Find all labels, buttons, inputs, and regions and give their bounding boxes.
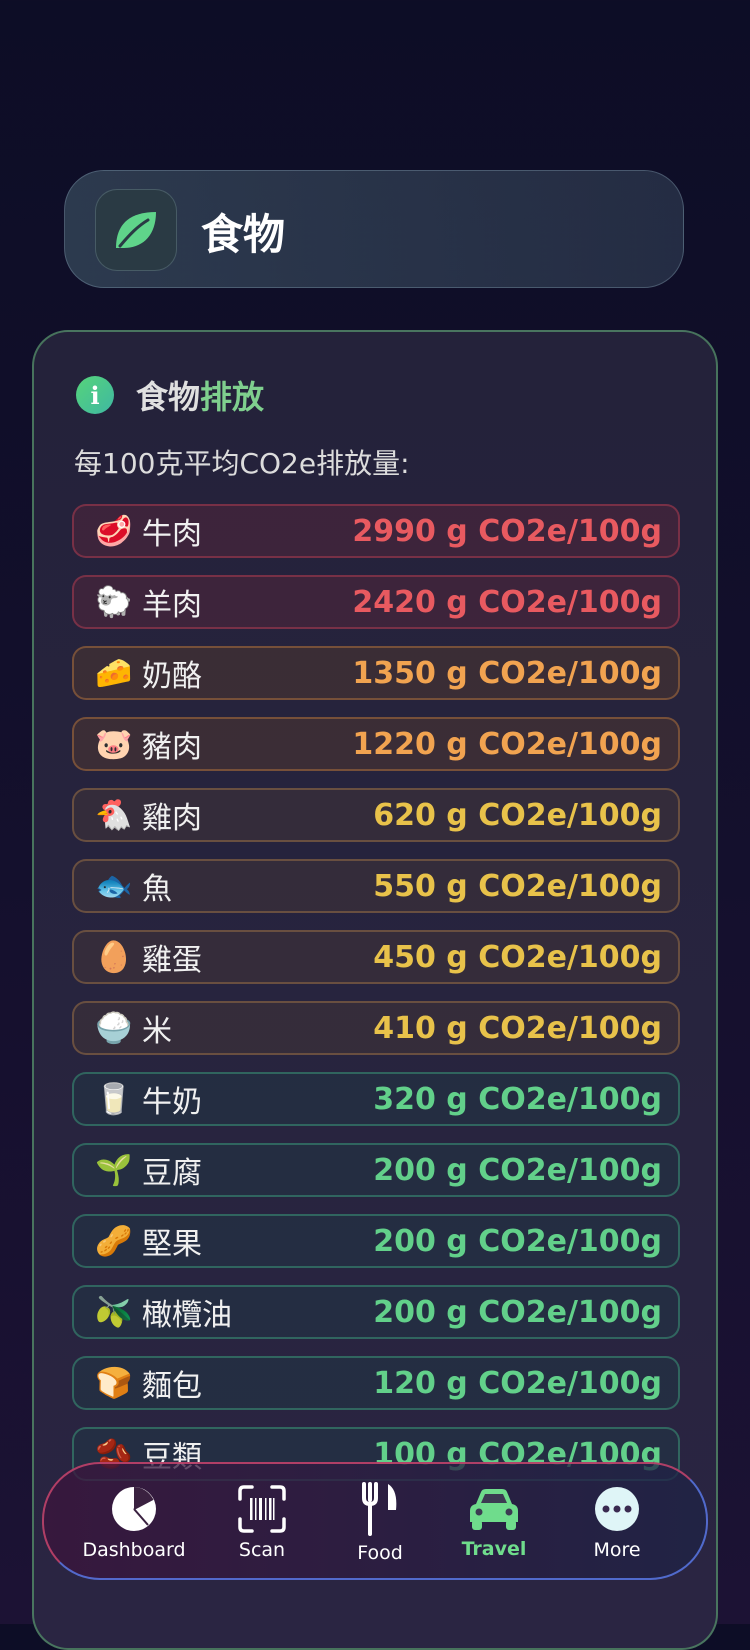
food-name: 豆腐 [142,1156,202,1191]
emission-value: 200 g CO2e/100g [373,1223,662,1259]
list-item: 🐟 魚 550 g CO2e/100g [72,859,680,913]
emission-value: 550 g CO2e/100g [373,868,662,904]
food-emoji: 🧀 [95,655,133,691]
food-name: 橄欖油 [142,1298,232,1333]
food-name: 雞蛋 [142,943,202,978]
list-item: 🐷 豬肉 1220 g CO2e/100g [72,717,680,771]
more-dots-icon [595,1487,639,1531]
food-emoji: 🥜 [95,1223,133,1259]
food-name: 魚 [142,872,172,907]
food-name: 米 [142,1014,172,1049]
emission-value: 200 g CO2e/100g [373,1152,662,1188]
emission-value: 2420 g CO2e/100g [352,584,662,620]
food-emoji: 🐟 [95,868,133,904]
food-name: 豬肉 [142,730,202,765]
fork-knife-icon [362,1482,397,1536]
tab-scan[interactable]: Scan [222,1464,302,1582]
list-item: 🫒 橄欖油 200 g CO2e/100g [72,1285,680,1339]
food-name: 堅果 [142,1227,202,1262]
food-name: 雞肉 [142,801,202,836]
info-icon: i [76,376,114,414]
leaf-icon-box [95,189,177,271]
panel-header: i 食物排放 [76,372,264,418]
tab-more[interactable]: More [572,1464,662,1582]
food-emoji: 🍞 [95,1365,133,1401]
emission-value: 410 g CO2e/100g [373,1010,662,1046]
list-item: 🧀 奶酪 1350 g CO2e/100g [72,646,680,700]
emission-list: 🥩 牛肉 2990 g CO2e/100g 🐑 羊肉 2420 g CO2e/100g … [72,504,680,1498]
food-name: 牛肉 [142,517,202,552]
panel-title-main: 食物 [136,378,201,416]
tab-label: Travel [461,1538,527,1560]
tab-food[interactable]: Food [340,1464,420,1582]
list-item: 🐔 雞肉 620 g CO2e/100g [72,788,680,842]
emission-value: 450 g CO2e/100g [373,939,662,975]
food-emoji: 🥛 [95,1081,133,1117]
panel-title-accent: 排放 [200,378,265,416]
list-item: 🌱 豆腐 200 g CO2e/100g [72,1143,680,1197]
food-emission-panel: i 食物排放 每100克平均CO2e排放量: 🥩 牛肉 2990 g CO2e/10… [32,330,718,1650]
food-name: 奶酪 [142,659,202,694]
list-item: 🥛 牛奶 320 g CO2e/100g [72,1072,680,1126]
emission-value: 2990 g CO2e/100g [352,513,662,549]
page-title: 食物 [201,210,286,259]
panel-title: 食物排放 [136,372,264,418]
tab-dashboard[interactable]: Dashboard [82,1464,186,1582]
emission-value: 1220 g CO2e/100g [352,726,662,762]
food-emoji: 🫒 [95,1294,133,1330]
food-emoji: 🥚 [95,939,133,975]
food-emoji: 🌱 [95,1152,133,1188]
food-emoji: 🐷 [95,726,133,762]
tab-label: Dashboard [82,1539,186,1561]
tab-label: Scan [238,1539,286,1561]
barcode-scan-icon [238,1485,286,1533]
list-item: 🥩 牛肉 2990 g CO2e/100g [72,504,680,558]
emission-value: 120 g CO2e/100g [373,1365,662,1401]
tab-travel[interactable]: Travel [428,1464,576,1582]
list-item: 🥚 雞蛋 450 g CO2e/100g [72,930,680,984]
list-item: 🍞 麵包 120 g CO2e/100g [72,1356,680,1410]
panel-subtitle: 每100克平均CO2e排放量: [74,447,410,480]
pie-chart-icon [112,1487,156,1531]
tab-bar: Dashboard Scan Food Travel More [42,1462,708,1580]
food-name: 羊肉 [142,588,202,623]
food-name: 麵包 [142,1369,202,1404]
list-item: 🐑 羊肉 2420 g CO2e/100g [72,575,680,629]
emission-value: 1350 g CO2e/100g [352,655,662,691]
food-emoji: 🍚 [95,1010,133,1046]
leaf-icon [116,212,156,248]
list-item: 🍚 米 410 g CO2e/100g [72,1001,680,1055]
emission-value: 200 g CO2e/100g [373,1294,662,1330]
category-header: 食物 [64,170,684,288]
tab-label: More [593,1539,641,1561]
emission-value: 620 g CO2e/100g [373,797,662,833]
tab-label: Food [357,1542,403,1564]
food-emoji: 🐑 [95,584,133,620]
emission-value: 320 g CO2e/100g [373,1081,662,1117]
food-name: 牛奶 [142,1085,202,1120]
food-emoji: 🥩 [95,513,133,549]
car-icon [470,1489,518,1530]
list-item: 🥜 堅果 200 g CO2e/100g [72,1214,680,1268]
food-emoji: 🐔 [95,797,133,833]
